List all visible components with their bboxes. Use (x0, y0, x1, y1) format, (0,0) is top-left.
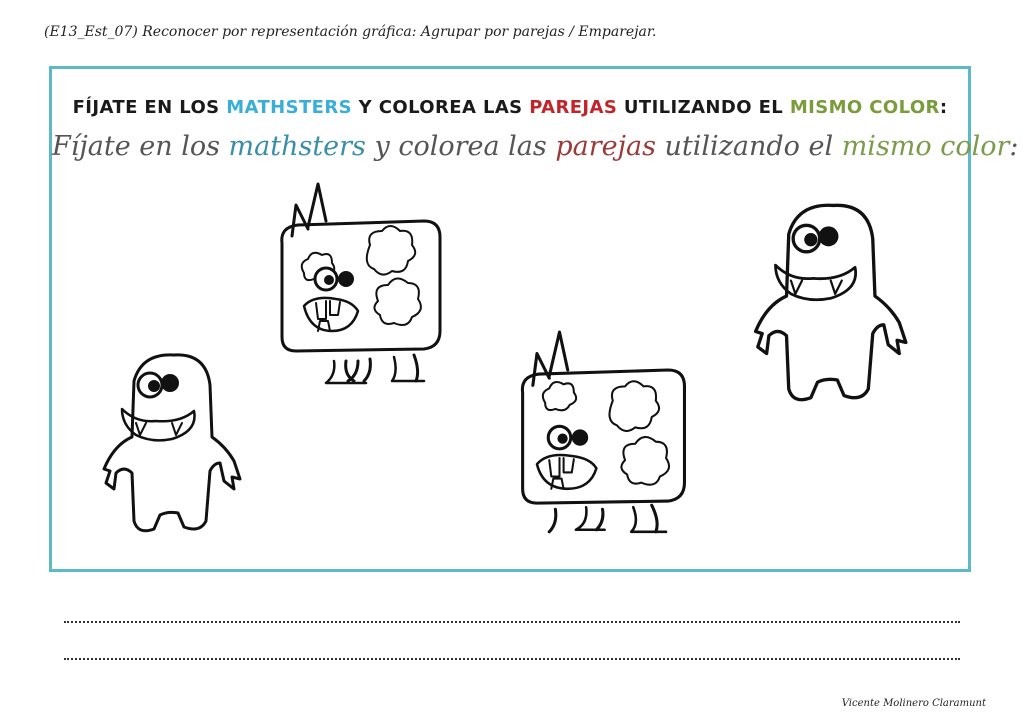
keyword-mathsters: MATHSTERS (226, 97, 352, 118)
keyword-mismo-color: MISMO COLOR (789, 97, 940, 118)
keyword-parejas: PAREJAS (529, 97, 618, 118)
instruction-text: : (939, 97, 948, 118)
instruction-text: : (1009, 131, 1019, 162)
activity-frame: FÍJATE EN LOS MATHSTERS Y COLOREA LAS PA… (49, 66, 1019, 572)
round-monster-2[interactable] (746, 201, 921, 411)
keyword-parejas-script: parejas (555, 131, 656, 162)
keyword-mathsters-script: mathsters (228, 131, 366, 162)
answer-line-1[interactable] (64, 621, 960, 623)
author-credit: Vicente Molinero Claramunt (841, 698, 986, 709)
instruction-text: Y COLOREA LAS (351, 97, 530, 118)
instruction-uppercase: FÍJATE EN LOS MATHSTERS Y COLOREA LAS PA… (52, 97, 968, 118)
square-monster-1[interactable] (274, 181, 444, 386)
instruction-script: Fíjate en los mathsters y colorea las pa… (52, 131, 1019, 162)
worksheet-code-header: (E13_Est_07) Reconocer por representació… (44, 24, 657, 40)
instruction-text: UTILIZANDO EL (617, 97, 790, 118)
keyword-mismo-color-script: mismo color (841, 131, 1010, 162)
answer-line-2[interactable] (64, 658, 960, 660)
instruction-text: FÍJATE EN LOS (72, 97, 227, 118)
instruction-text: Fíjate en los (52, 131, 229, 162)
round-monster-1[interactable] (102, 351, 247, 541)
instruction-text: y colorea las (365, 131, 556, 162)
square-monster-2[interactable] (514, 329, 689, 539)
instruction-text: utilizando el (655, 131, 842, 162)
